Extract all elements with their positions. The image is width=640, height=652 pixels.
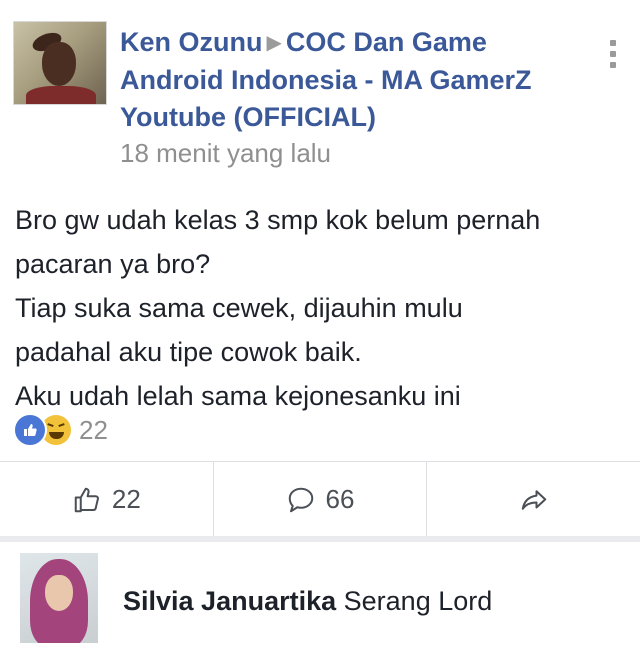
group-name-line2[interactable]: Android Indonesia - MA GamerZ — [120, 62, 590, 99]
share-button[interactable] — [427, 462, 640, 537]
post-body-line: padahal aku tipe cowok baik. — [15, 337, 362, 367]
action-bar: 22 66 — [0, 461, 640, 537]
commenter-name[interactable]: Silvia Januartika — [123, 586, 336, 616]
post-body-line: Tiap suka sama cewek, dijauhin mulu — [15, 293, 463, 323]
group-name-line1[interactable]: COC Dan Game — [286, 27, 487, 57]
reactions-summary[interactable]: 22 — [13, 413, 108, 447]
post-body-line: pacaran ya bro? — [15, 249, 211, 279]
like-reaction-icon — [13, 413, 47, 447]
arrow-right-icon: ▶ — [266, 32, 282, 54]
post-timestamp[interactable]: 18 menit yang lalu — [120, 136, 590, 170]
author-avatar[interactable] — [13, 21, 107, 105]
author-line: Ken Ozunu ▶ COC Dan Game — [120, 24, 590, 62]
comment-icon — [288, 487, 313, 512]
post-body: Bro gw udah kelas 3 smp kok belum pernah… — [15, 198, 630, 418]
reaction-count: 22 — [79, 414, 108, 445]
like-count: 22 — [111, 484, 141, 514]
like-button[interactable]: 22 — [0, 462, 214, 537]
share-icon — [521, 489, 546, 510]
post-body-line: Aku udah lelah sama kejonesanku ini — [15, 381, 461, 411]
author-name[interactable]: Ken Ozunu — [120, 27, 263, 57]
commenter-avatar[interactable] — [20, 553, 98, 643]
thumbs-up-icon — [74, 487, 99, 512]
comment-item: Silvia Januartika Serang Lord — [0, 542, 640, 652]
more-options-icon[interactable] — [605, 40, 621, 76]
comment-text-line: Silvia Januartika Serang Lord — [123, 586, 492, 617]
comment-button[interactable]: 66 — [214, 462, 428, 537]
post-card: Ken Ozunu ▶ COC Dan Game Android Indonesia… — [0, 0, 640, 537]
group-name-line3[interactable]: Youtube (OFFICIAL) — [120, 99, 590, 136]
comment-count: 66 — [325, 484, 355, 514]
comment-text: Serang Lord — [343, 586, 493, 616]
post-header: Ken Ozunu ▶ COC Dan Game Android Indonesia… — [120, 24, 590, 170]
post-body-line: Bro gw udah kelas 3 smp kok belum pernah — [15, 205, 541, 235]
